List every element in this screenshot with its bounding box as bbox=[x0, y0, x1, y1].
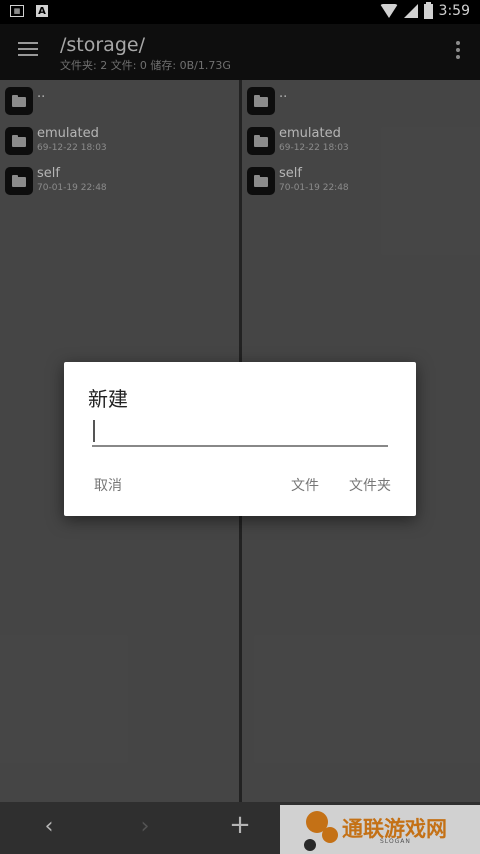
path-title: /storage/ bbox=[60, 34, 145, 56]
cancel-button[interactable]: 取消 bbox=[94, 475, 122, 495]
menu-icon[interactable] bbox=[18, 42, 38, 56]
name-input[interactable] bbox=[92, 417, 388, 447]
file-row-emulated[interactable]: emulated 69-12-22 18:03 bbox=[0, 120, 239, 160]
storage-summary: 文件夹: 2 文件: 0 储存: 0B/1.73G bbox=[60, 59, 231, 72]
file-row-self[interactable]: self 70-01-19 22:48 bbox=[242, 160, 480, 200]
folder-icon bbox=[5, 167, 33, 195]
file-date: 70-01-19 22:48 bbox=[37, 183, 107, 193]
new-file-button[interactable]: 文件 bbox=[291, 475, 319, 495]
signal-icon bbox=[403, 4, 418, 18]
folder-icon bbox=[247, 127, 275, 155]
folder-icon bbox=[247, 167, 275, 195]
file-row-parent[interactable]: .. bbox=[242, 80, 480, 120]
status-bar: ▦ A 3:59 bbox=[0, 0, 480, 24]
file-name: emulated bbox=[279, 126, 341, 141]
watermark-logo-icon bbox=[302, 809, 342, 853]
file-name: self bbox=[37, 166, 60, 181]
new-item-dialog: 新建 取消 文件 文件夹 bbox=[64, 362, 416, 516]
forward-button[interactable]: › bbox=[130, 814, 160, 839]
file-name: emulated bbox=[37, 126, 99, 141]
dialog-title: 新建 bbox=[88, 387, 128, 411]
text-caret bbox=[93, 420, 95, 442]
file-date: 69-12-22 18:03 bbox=[37, 143, 107, 153]
back-button[interactable]: ‹ bbox=[34, 814, 64, 839]
app-bar: /storage/ 文件夹: 2 文件: 0 储存: 0B/1.73G bbox=[0, 24, 480, 80]
sim-icon: ▦ bbox=[10, 5, 24, 17]
file-row-self[interactable]: self 70-01-19 22:48 bbox=[0, 160, 239, 200]
add-button[interactable]: + bbox=[225, 810, 255, 840]
file-row-parent[interactable]: .. bbox=[0, 80, 239, 120]
file-name: self bbox=[279, 166, 302, 181]
file-date: 70-01-19 22:48 bbox=[279, 183, 349, 193]
watermark-slogan: SLOGAN bbox=[380, 838, 411, 845]
wifi-icon bbox=[379, 4, 398, 18]
watermark-banner: 通联游戏网 SLOGAN bbox=[280, 805, 480, 854]
file-name: .. bbox=[279, 86, 288, 101]
folder-icon bbox=[247, 87, 275, 115]
battery-icon bbox=[423, 1, 433, 19]
new-folder-button[interactable]: 文件夹 bbox=[349, 475, 391, 495]
status-right-icons: 3:59 bbox=[379, 1, 470, 19]
file-name: .. bbox=[37, 86, 46, 101]
a-icon: A bbox=[36, 5, 48, 17]
file-row-emulated[interactable]: emulated 69-12-22 18:03 bbox=[242, 120, 480, 160]
folder-icon bbox=[5, 127, 33, 155]
status-left-icons: ▦ A bbox=[10, 5, 48, 17]
file-date: 69-12-22 18:03 bbox=[279, 143, 349, 153]
folder-icon bbox=[5, 87, 33, 115]
status-time: 3:59 bbox=[438, 3, 470, 19]
overflow-menu-icon[interactable] bbox=[456, 41, 460, 59]
